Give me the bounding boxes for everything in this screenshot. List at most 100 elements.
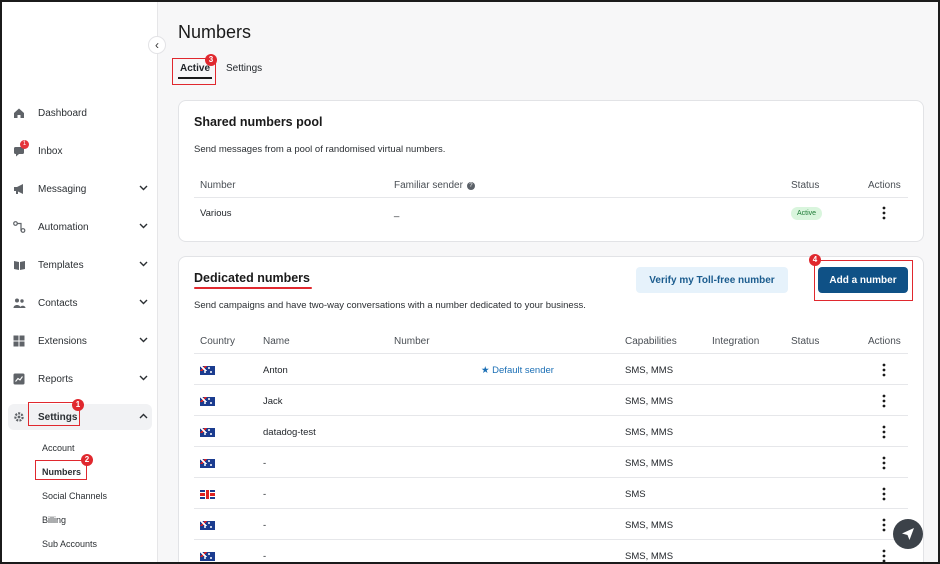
megaphone-icon: [12, 182, 26, 196]
sidebar-item-label: Extensions: [38, 335, 87, 347]
kebab-icon: [882, 549, 886, 562]
column-header-capabilities: Capabilities: [625, 336, 677, 347]
column-header-actions: Actions: [868, 180, 901, 191]
row-divider: [194, 446, 908, 447]
sidebar-item-inbox[interactable]: 1 Inbox: [2, 132, 158, 170]
column-header-actions: Actions: [868, 336, 901, 347]
chart-icon: [12, 372, 26, 386]
page-title: Numbers: [178, 22, 252, 42]
shared-row-number: Various: [200, 208, 232, 219]
row-name: -: [263, 458, 267, 469]
row-actions-menu[interactable]: [879, 517, 889, 533]
sidebar-item-label: Dashboard: [38, 107, 87, 119]
sidebar-item-automation[interactable]: Automation: [2, 208, 158, 246]
send-icon: [902, 528, 914, 540]
callout-badge-2: 2: [81, 454, 93, 466]
table-divider: [194, 353, 908, 354]
row-capabilities: SMS, MMS: [625, 458, 674, 469]
row-divider: [194, 384, 908, 385]
flag-gb-icon: [200, 490, 215, 499]
sidebar-item-messaging[interactable]: Messaging: [2, 170, 158, 208]
chevron-down-icon: [139, 259, 148, 270]
kebab-icon: [882, 487, 886, 501]
flag-au-icon: [200, 552, 215, 561]
flag-au-icon: [200, 366, 215, 375]
column-header-number: Number: [394, 336, 430, 347]
app-frame: Dashboard 1 Inbox Messaging Automation T…: [0, 0, 940, 564]
shared-card-description: Send messages from a pool of randomised …: [194, 144, 446, 155]
sidebar-item-dashboard[interactable]: Dashboard: [2, 94, 158, 132]
dedicated-numbers-card: Dedicated numbers Send campaigns and hav…: [178, 256, 924, 562]
row-name: -: [263, 520, 267, 531]
sidebar-item-label: Inbox: [38, 145, 63, 157]
row-name: -: [263, 489, 267, 500]
sidebar-item-label: Reports: [38, 373, 74, 385]
sidebar-item-contacts[interactable]: Contacts: [2, 284, 158, 322]
flag-au-icon: [200, 397, 215, 406]
row-divider: [194, 415, 908, 416]
row-divider: [194, 477, 908, 478]
shared-row-familiar-sender: _: [394, 207, 400, 218]
home-icon: [12, 106, 26, 120]
kebab-icon: [882, 394, 886, 408]
row-actions-menu[interactable]: [879, 424, 889, 440]
callout-badge-3: 3: [205, 54, 217, 66]
book-icon: [12, 258, 26, 272]
sidebar-item-templates[interactable]: Templates: [2, 246, 158, 284]
grid-icon: [12, 334, 26, 348]
shared-card-title: Shared numbers pool: [194, 115, 323, 129]
row-actions-menu[interactable]: [879, 548, 889, 562]
row-name: Anton: [263, 365, 288, 376]
kebab-icon: [882, 363, 886, 377]
people-icon: [12, 296, 26, 310]
chevron-left-icon: ‹: [155, 38, 159, 52]
default-sender-text: Default sender: [492, 365, 554, 376]
row-name: datadog-test: [263, 427, 316, 438]
row-name: Jack: [263, 396, 283, 407]
kebab-icon: [882, 518, 886, 532]
callout-badge-1: 1: [72, 399, 84, 411]
column-header-familiar-sender: Familiar sender?: [394, 180, 475, 191]
shared-numbers-card: Shared numbers pool Send messages from a…: [178, 100, 924, 242]
callout-badge-4: 4: [809, 254, 821, 266]
flag-au-icon: [200, 428, 215, 437]
status-badge: Active: [791, 207, 823, 220]
gear-icon: [12, 410, 26, 424]
row-actions-menu[interactable]: [879, 393, 889, 409]
subnav-item-social-channels[interactable]: Social Channels: [42, 484, 158, 508]
sidebar-item-label: Messaging: [38, 183, 87, 195]
subnav-item-account[interactable]: Account: [42, 436, 158, 460]
default-sender-label: ★ Default sender: [481, 365, 554, 376]
kebab-icon: [882, 456, 886, 470]
inbox-badge: 1: [20, 140, 29, 149]
sidebar-collapse-button[interactable]: ‹: [148, 36, 166, 54]
row-actions-menu[interactable]: [879, 455, 889, 471]
row-capabilities: SMS, MMS: [625, 551, 674, 562]
row-actions-menu[interactable]: [879, 205, 889, 221]
subnav-item-sub-accounts[interactable]: Sub Accounts: [42, 532, 158, 556]
column-header-integration: Integration: [712, 336, 760, 347]
flow-icon: [12, 220, 26, 234]
row-actions-menu[interactable]: [879, 486, 889, 502]
subnav-item-billing[interactable]: Billing: [42, 508, 158, 532]
row-actions-menu[interactable]: [879, 362, 889, 378]
settings-subnav: Account Numbers Social Channels Billing …: [2, 436, 158, 556]
sidebar-item-extensions[interactable]: Extensions: [2, 322, 158, 360]
flag-au-icon: [200, 521, 215, 530]
column-header-status: Status: [791, 336, 820, 347]
callout-box-numbers: [35, 460, 87, 480]
info-icon[interactable]: ?: [466, 182, 475, 190]
sidebar-item-reports[interactable]: Reports: [2, 360, 158, 398]
chevron-down-icon: [139, 221, 148, 232]
tab-settings[interactable]: Settings: [224, 63, 264, 79]
chevron-down-icon: [139, 297, 148, 308]
row-divider: [194, 508, 908, 509]
row-capabilities: SMS, MMS: [625, 365, 674, 376]
column-header-number: Number: [200, 180, 236, 191]
kebab-icon: [882, 206, 886, 220]
chevron-down-icon: [139, 335, 148, 346]
verify-toll-free-button[interactable]: Verify my Toll-free number: [636, 267, 788, 293]
dedicated-card-title: Dedicated numbers: [194, 271, 311, 285]
chat-launcher-button[interactable]: [893, 519, 923, 549]
row-divider: [194, 539, 908, 540]
